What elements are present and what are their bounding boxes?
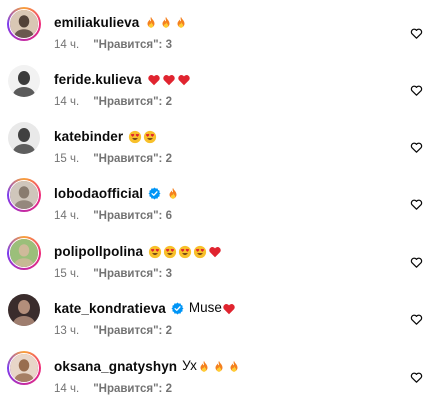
fire-emoji bbox=[159, 16, 173, 30]
avatar-image bbox=[9, 9, 39, 39]
comment-time[interactable]: 15 ч. bbox=[54, 268, 79, 280]
heart-outline-icon[interactable] bbox=[410, 256, 424, 270]
comment-text: Muse bbox=[189, 300, 237, 315]
avatar[interactable] bbox=[7, 236, 41, 270]
comment-text-content: Ух bbox=[182, 358, 197, 374]
likes-count[interactable]: "Нравится": 3 bbox=[93, 39, 172, 51]
heart-outline-icon[interactable] bbox=[410, 198, 424, 212]
red-heart-emoji bbox=[162, 73, 176, 87]
comment-meta: 14 ч. "Нравится": 6 bbox=[54, 209, 172, 223]
username-link[interactable]: katebinder bbox=[54, 129, 123, 144]
comment-row: emiliakulieva 14 ч. "Нравится": 3 bbox=[0, 7, 428, 63]
fire-emoji bbox=[227, 360, 241, 374]
comment-body: lobodaofficial bbox=[54, 183, 181, 203]
username-link[interactable]: kate_kondratieva bbox=[54, 301, 166, 316]
likes-count[interactable]: "Нравится": 2 bbox=[93, 96, 172, 108]
comment-row: kate_kondratieva Muse 13 ч. "Нравится": 2 bbox=[0, 293, 428, 349]
fire-emoji bbox=[166, 187, 180, 201]
avatar[interactable] bbox=[7, 7, 41, 41]
heart-outline-icon[interactable] bbox=[410, 84, 424, 98]
verified-badge-icon bbox=[148, 186, 161, 200]
heart-outline-icon[interactable] bbox=[410, 313, 424, 327]
comment-text bbox=[147, 71, 192, 86]
username-link[interactable]: emiliakulieva bbox=[54, 15, 139, 30]
avatar[interactable] bbox=[7, 293, 41, 327]
heart-eyes-emoji bbox=[178, 245, 192, 259]
comment-meta: 14 ч. "Нравится": 3 bbox=[54, 38, 172, 52]
comment-row: oksana_gnatyshyn Ух 14 ч. "Нравится": 2 bbox=[0, 351, 428, 407]
likes-count[interactable]: "Нравится": 3 bbox=[93, 268, 172, 280]
comments-list: emiliakulieva 14 ч. "Нравится": 3 feride.ku… bbox=[0, 0, 428, 404]
avatar-image bbox=[8, 122, 40, 154]
avatar-image bbox=[9, 238, 39, 268]
comment-row: feride.kulieva 14 ч. "Нравится": 2 bbox=[0, 64, 428, 120]
comment-text bbox=[144, 14, 189, 29]
comment-time[interactable]: 14 ч. bbox=[54, 39, 79, 51]
avatar[interactable] bbox=[7, 178, 41, 212]
likes-count[interactable]: "Нравится": 2 bbox=[93, 383, 172, 395]
comment-text bbox=[148, 243, 223, 258]
heart-eyes-emoji bbox=[193, 245, 207, 259]
avatar-image bbox=[9, 353, 39, 383]
verified-badge-icon bbox=[171, 301, 184, 315]
comment-meta: 14 ч. "Нравится": 2 bbox=[54, 382, 172, 396]
comment-time[interactable]: 13 ч. bbox=[54, 325, 79, 337]
fire-emoji bbox=[144, 16, 158, 30]
fire-emoji bbox=[197, 360, 211, 374]
avatar-image bbox=[8, 294, 40, 326]
heart-eyes-emoji bbox=[143, 130, 157, 144]
heart-eyes-emoji bbox=[128, 130, 142, 144]
comment-time[interactable]: 14 ч. bbox=[54, 96, 79, 108]
heart-eyes-emoji bbox=[148, 245, 162, 259]
comment-text: Ух bbox=[182, 358, 242, 373]
avatar[interactable] bbox=[7, 64, 41, 98]
comment-text bbox=[128, 128, 158, 143]
likes-count[interactable]: "Нравится": 2 bbox=[93, 153, 172, 165]
avatar[interactable] bbox=[7, 351, 41, 385]
comment-meta: 13 ч. "Нравится": 2 bbox=[54, 324, 172, 338]
red-heart-emoji bbox=[222, 302, 236, 316]
comment-body: katebinder bbox=[54, 126, 158, 146]
likes-count[interactable]: "Нравится": 2 bbox=[93, 325, 172, 337]
comment-text-content: Muse bbox=[188, 300, 222, 316]
username-link[interactable]: oksana_gnatyshyn bbox=[54, 359, 177, 374]
comment-body: polipollpolina bbox=[54, 241, 223, 261]
comment-time[interactable]: 14 ч. bbox=[54, 210, 79, 222]
comment-row: katebinder 15 ч. "Нравится": 2 bbox=[0, 121, 428, 177]
avatar-image bbox=[8, 65, 40, 97]
username-link[interactable]: lobodaofficial bbox=[54, 186, 143, 201]
comment-text bbox=[166, 185, 181, 200]
red-heart-emoji bbox=[208, 245, 222, 259]
comment-time[interactable]: 15 ч. bbox=[54, 153, 79, 165]
username-link[interactable]: feride.kulieva bbox=[54, 72, 142, 87]
red-heart-emoji bbox=[147, 73, 161, 87]
fire-emoji bbox=[212, 360, 226, 374]
comment-meta: 15 ч. "Нравится": 2 bbox=[54, 152, 172, 166]
username-link[interactable]: polipollpolina bbox=[54, 244, 143, 259]
comment-row: polipollpolina 15 ч. "Нравится": 3 bbox=[0, 236, 428, 292]
avatar-image bbox=[9, 180, 39, 210]
comment-meta: 14 ч. "Нравится": 2 bbox=[54, 95, 172, 109]
comment-meta: 15 ч. "Нравится": 3 bbox=[54, 267, 172, 281]
avatar[interactable] bbox=[7, 121, 41, 155]
comment-time[interactable]: 14 ч. bbox=[54, 383, 79, 395]
heart-eyes-emoji bbox=[163, 245, 177, 259]
likes-count[interactable]: "Нравится": 6 bbox=[93, 210, 172, 222]
comment-body: feride.kulieva bbox=[54, 69, 192, 89]
heart-outline-icon[interactable] bbox=[410, 141, 424, 155]
fire-emoji bbox=[174, 16, 188, 30]
comment-body: emiliakulieva bbox=[54, 12, 189, 32]
heart-outline-icon[interactable] bbox=[410, 27, 424, 41]
comment-row: lobodaofficial 14 ч. "Нравится": 6 bbox=[0, 178, 428, 234]
red-heart-emoji bbox=[177, 73, 191, 87]
heart-outline-icon[interactable] bbox=[410, 371, 424, 385]
comment-body: oksana_gnatyshyn Ух bbox=[54, 356, 242, 376]
comment-body: kate_kondratieva Muse bbox=[54, 298, 237, 318]
